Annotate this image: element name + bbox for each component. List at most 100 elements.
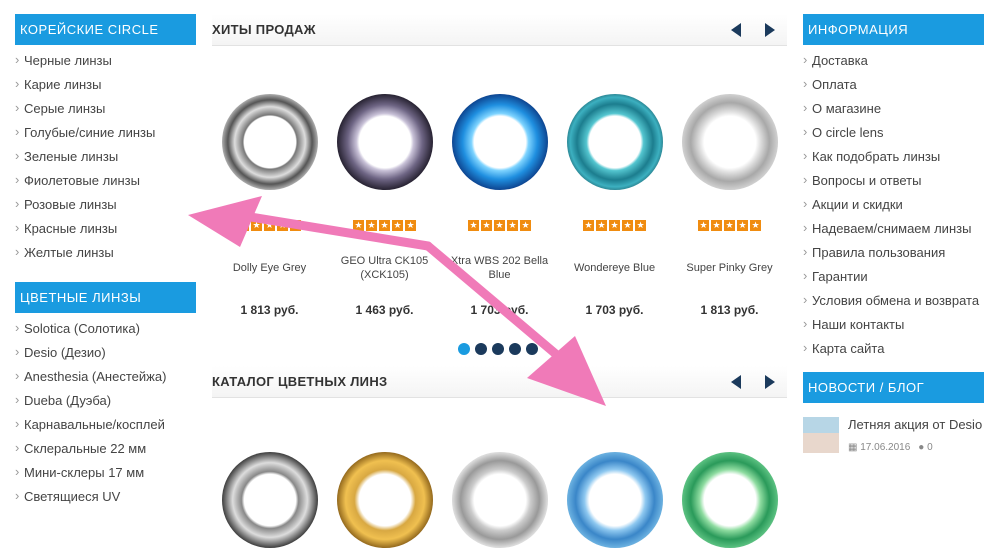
menu-item-red-lenses[interactable]: Красные линзы bbox=[15, 217, 196, 241]
catalog-product-card[interactable] bbox=[557, 452, 672, 548]
product-image[interactable] bbox=[681, 452, 778, 548]
product-image[interactable] bbox=[681, 94, 778, 190]
news-date-text: 17.06.2016 bbox=[860, 442, 911, 453]
product-card[interactable]: ★ ★ ★ ★ ★ Xtra WBS 202 Bella Blue 1 703 руб. bbox=[442, 94, 557, 317]
product-name[interactable]: GEO Ultra CK105 (XCK105) bbox=[327, 253, 442, 283]
menu-item-delivery[interactable]: Доставка bbox=[803, 49, 984, 73]
menu-item-sitemap[interactable]: Карта сайта bbox=[803, 337, 984, 361]
product-name[interactable]: Super Pinky Grey bbox=[672, 253, 787, 283]
news-item[interactable]: Летняя акция от Desio ▦ 17.06.2016 ● 0 bbox=[803, 417, 984, 453]
catalog-section: КАТАЛОГ ЦВЕТНЫХ ЛИНЗ bbox=[212, 366, 787, 398]
menu-item-grey-lenses[interactable]: Серые линзы bbox=[15, 97, 196, 121]
catalog-section-header: КАТАЛОГ ЦВЕТНЫХ ЛИНЗ bbox=[212, 366, 787, 398]
menu-item-blue-lenses[interactable]: Голубые/синие линзы bbox=[15, 121, 196, 145]
news-heading: НОВОСТИ / БЛОГ bbox=[803, 372, 984, 403]
product-image[interactable] bbox=[566, 94, 663, 190]
menu-item-returns[interactable]: Условия обмена и возврата bbox=[803, 289, 984, 313]
rating-stars: ★ ★ ★ ★ ★ bbox=[353, 220, 416, 231]
menu-item-guarantees[interactable]: Гарантии bbox=[803, 265, 984, 289]
menu-item-anesthesia[interactable]: Anesthesia (Анестейжа) bbox=[15, 365, 196, 389]
product-price: 1 813 руб. bbox=[240, 303, 299, 317]
product-price: 1 703 руб. bbox=[585, 303, 644, 317]
catalog-next-arrow-icon[interactable] bbox=[765, 374, 775, 389]
korean-lens-menu: Черные линзы Карие линзы Серые линзы Гол… bbox=[15, 45, 196, 265]
menu-item-scleral[interactable]: Склеральные 22 мм bbox=[15, 437, 196, 461]
pager-dot[interactable] bbox=[526, 343, 538, 355]
menu-item-faq[interactable]: Вопросы и ответы bbox=[803, 169, 984, 193]
info-menu: Доставка Оплата О магазине О circle lens… bbox=[803, 45, 984, 361]
calendar-icon: ▦ bbox=[848, 442, 858, 453]
news-thumbnail[interactable] bbox=[803, 417, 839, 453]
catalog-product-carousel bbox=[212, 452, 787, 548]
product-image[interactable] bbox=[451, 452, 548, 548]
main-content: ХИТЫ ПРОДАЖ ★ ★ ★ ★ ★ Dolly Eye Grey 1 813 р… bbox=[212, 14, 787, 548]
menu-item-about[interactable]: О магазине bbox=[803, 97, 984, 121]
product-card[interactable]: ★ ★ ★ ★ ★ Wondereye Blue 1 703 руб. bbox=[557, 94, 672, 317]
menu-item-carnival[interactable]: Карнавальные/косплей bbox=[15, 413, 196, 437]
colored-lens-menu: Solotica (Солотика) Desio (Дезио) Anesth… bbox=[15, 313, 196, 509]
menu-item-green-lenses[interactable]: Зеленые линзы bbox=[15, 145, 196, 169]
menu-item-black-lenses[interactable]: Черные линзы bbox=[15, 49, 196, 73]
menu-item-contacts[interactable]: Наши контакты bbox=[803, 313, 984, 337]
product-card[interactable]: ★ ★ ★ ★ ★ Super Pinky Grey 1 813 руб. bbox=[672, 94, 787, 317]
product-price: 1 703 руб. bbox=[470, 303, 529, 317]
menu-item-mini-scleral[interactable]: Мини-склеры 17 мм bbox=[15, 461, 196, 485]
menu-item-pink-lenses[interactable]: Розовые линзы bbox=[15, 193, 196, 217]
comment-icon: ● bbox=[918, 442, 925, 453]
colored-lens-heading: ЦВЕТНЫЕ ЛИНЗЫ bbox=[15, 282, 196, 313]
right-sidebar: ИНФОРМАЦИЯ Доставка Оплата О магазине О … bbox=[803, 14, 984, 453]
menu-item-dueba[interactable]: Dueba (Дуэба) bbox=[15, 389, 196, 413]
product-card[interactable]: ★ ★ ★ ★ ★ GEO Ultra CK105 (XCK105) 1 463 руб… bbox=[327, 94, 442, 317]
product-price: 1 463 руб. bbox=[355, 303, 414, 317]
product-image[interactable] bbox=[566, 452, 663, 548]
catalog-product-card[interactable] bbox=[327, 452, 442, 548]
left-sidebar: КОРЕЙСКИЕ CIRCLE LENS Черные линзы Карие… bbox=[15, 14, 196, 509]
menu-item-usage-rules[interactable]: Правила пользования bbox=[803, 241, 984, 265]
menu-item-violet-lenses[interactable]: Фиолетовые линзы bbox=[15, 169, 196, 193]
korean-lens-heading: КОРЕЙСКИЕ CIRCLE LENS bbox=[15, 14, 196, 68]
product-name[interactable]: Dolly Eye Grey bbox=[212, 253, 327, 283]
product-card[interactable]: ★ ★ ★ ★ ★ Dolly Eye Grey 1 813 руб. bbox=[212, 94, 327, 317]
news-date: ▦ 17.06.2016 bbox=[848, 442, 910, 453]
hits-title: ХИТЫ ПРОДАЖ bbox=[212, 22, 316, 37]
product-image[interactable] bbox=[336, 452, 433, 548]
menu-item-desio[interactable]: Desio (Дезио) bbox=[15, 341, 196, 365]
info-heading: ИНФОРМАЦИЯ bbox=[803, 14, 984, 45]
menu-item-how-to-choose[interactable]: Как подобрать линзы bbox=[803, 145, 984, 169]
catalog-title: КАТАЛОГ ЦВЕТНЫХ ЛИНЗ bbox=[212, 374, 388, 389]
news-title[interactable]: Летняя акция от Desio bbox=[848, 417, 982, 432]
catalog-prev-arrow-icon[interactable] bbox=[731, 374, 741, 389]
carousel-pager bbox=[458, 343, 538, 355]
rating-stars: ★ ★ ★ ★ ★ bbox=[698, 220, 761, 231]
news-comments-count: 0 bbox=[927, 442, 933, 453]
product-image[interactable] bbox=[451, 94, 548, 190]
rating-stars: ★ ★ ★ ★ ★ bbox=[583, 220, 646, 231]
menu-item-yellow-lenses[interactable]: Желтые линзы bbox=[15, 241, 196, 265]
product-price: 1 813 руб. bbox=[700, 303, 759, 317]
rating-stars: ★ ★ ★ ★ ★ bbox=[468, 220, 531, 231]
hits-product-carousel: ★ ★ ★ ★ ★ Dolly Eye Grey 1 813 руб. ★ ★ ★ ★ ★ GE… bbox=[212, 94, 787, 317]
menu-item-wearing[interactable]: Надеваем/снимаем линзы bbox=[803, 217, 984, 241]
product-image[interactable] bbox=[221, 452, 318, 548]
pager-dot[interactable] bbox=[475, 343, 487, 355]
product-name[interactable]: Xtra WBS 202 Bella Blue bbox=[442, 253, 557, 283]
hits-next-arrow-icon[interactable] bbox=[765, 22, 775, 37]
menu-item-about-circle-lens[interactable]: О circle lens bbox=[803, 121, 984, 145]
product-name[interactable]: Wondereye Blue bbox=[557, 253, 672, 283]
rating-stars: ★ ★ ★ ★ ★ bbox=[238, 220, 301, 231]
menu-item-payment[interactable]: Оплата bbox=[803, 73, 984, 97]
hits-section-header: ХИТЫ ПРОДАЖ bbox=[212, 14, 787, 46]
product-image[interactable] bbox=[221, 94, 318, 190]
catalog-product-card[interactable] bbox=[672, 452, 787, 548]
product-image[interactable] bbox=[336, 94, 433, 190]
catalog-product-card[interactable] bbox=[442, 452, 557, 548]
hits-prev-arrow-icon[interactable] bbox=[731, 22, 741, 37]
menu-item-solotica[interactable]: Solotica (Солотика) bbox=[15, 317, 196, 341]
pager-dot[interactable] bbox=[458, 343, 470, 355]
catalog-product-card[interactable] bbox=[212, 452, 327, 548]
pager-dot[interactable] bbox=[509, 343, 521, 355]
menu-item-brown-lenses[interactable]: Карие линзы bbox=[15, 73, 196, 97]
menu-item-promotions[interactable]: Акции и скидки bbox=[803, 193, 984, 217]
pager-dot[interactable] bbox=[492, 343, 504, 355]
menu-item-uv[interactable]: Светящиеся UV bbox=[15, 485, 196, 509]
